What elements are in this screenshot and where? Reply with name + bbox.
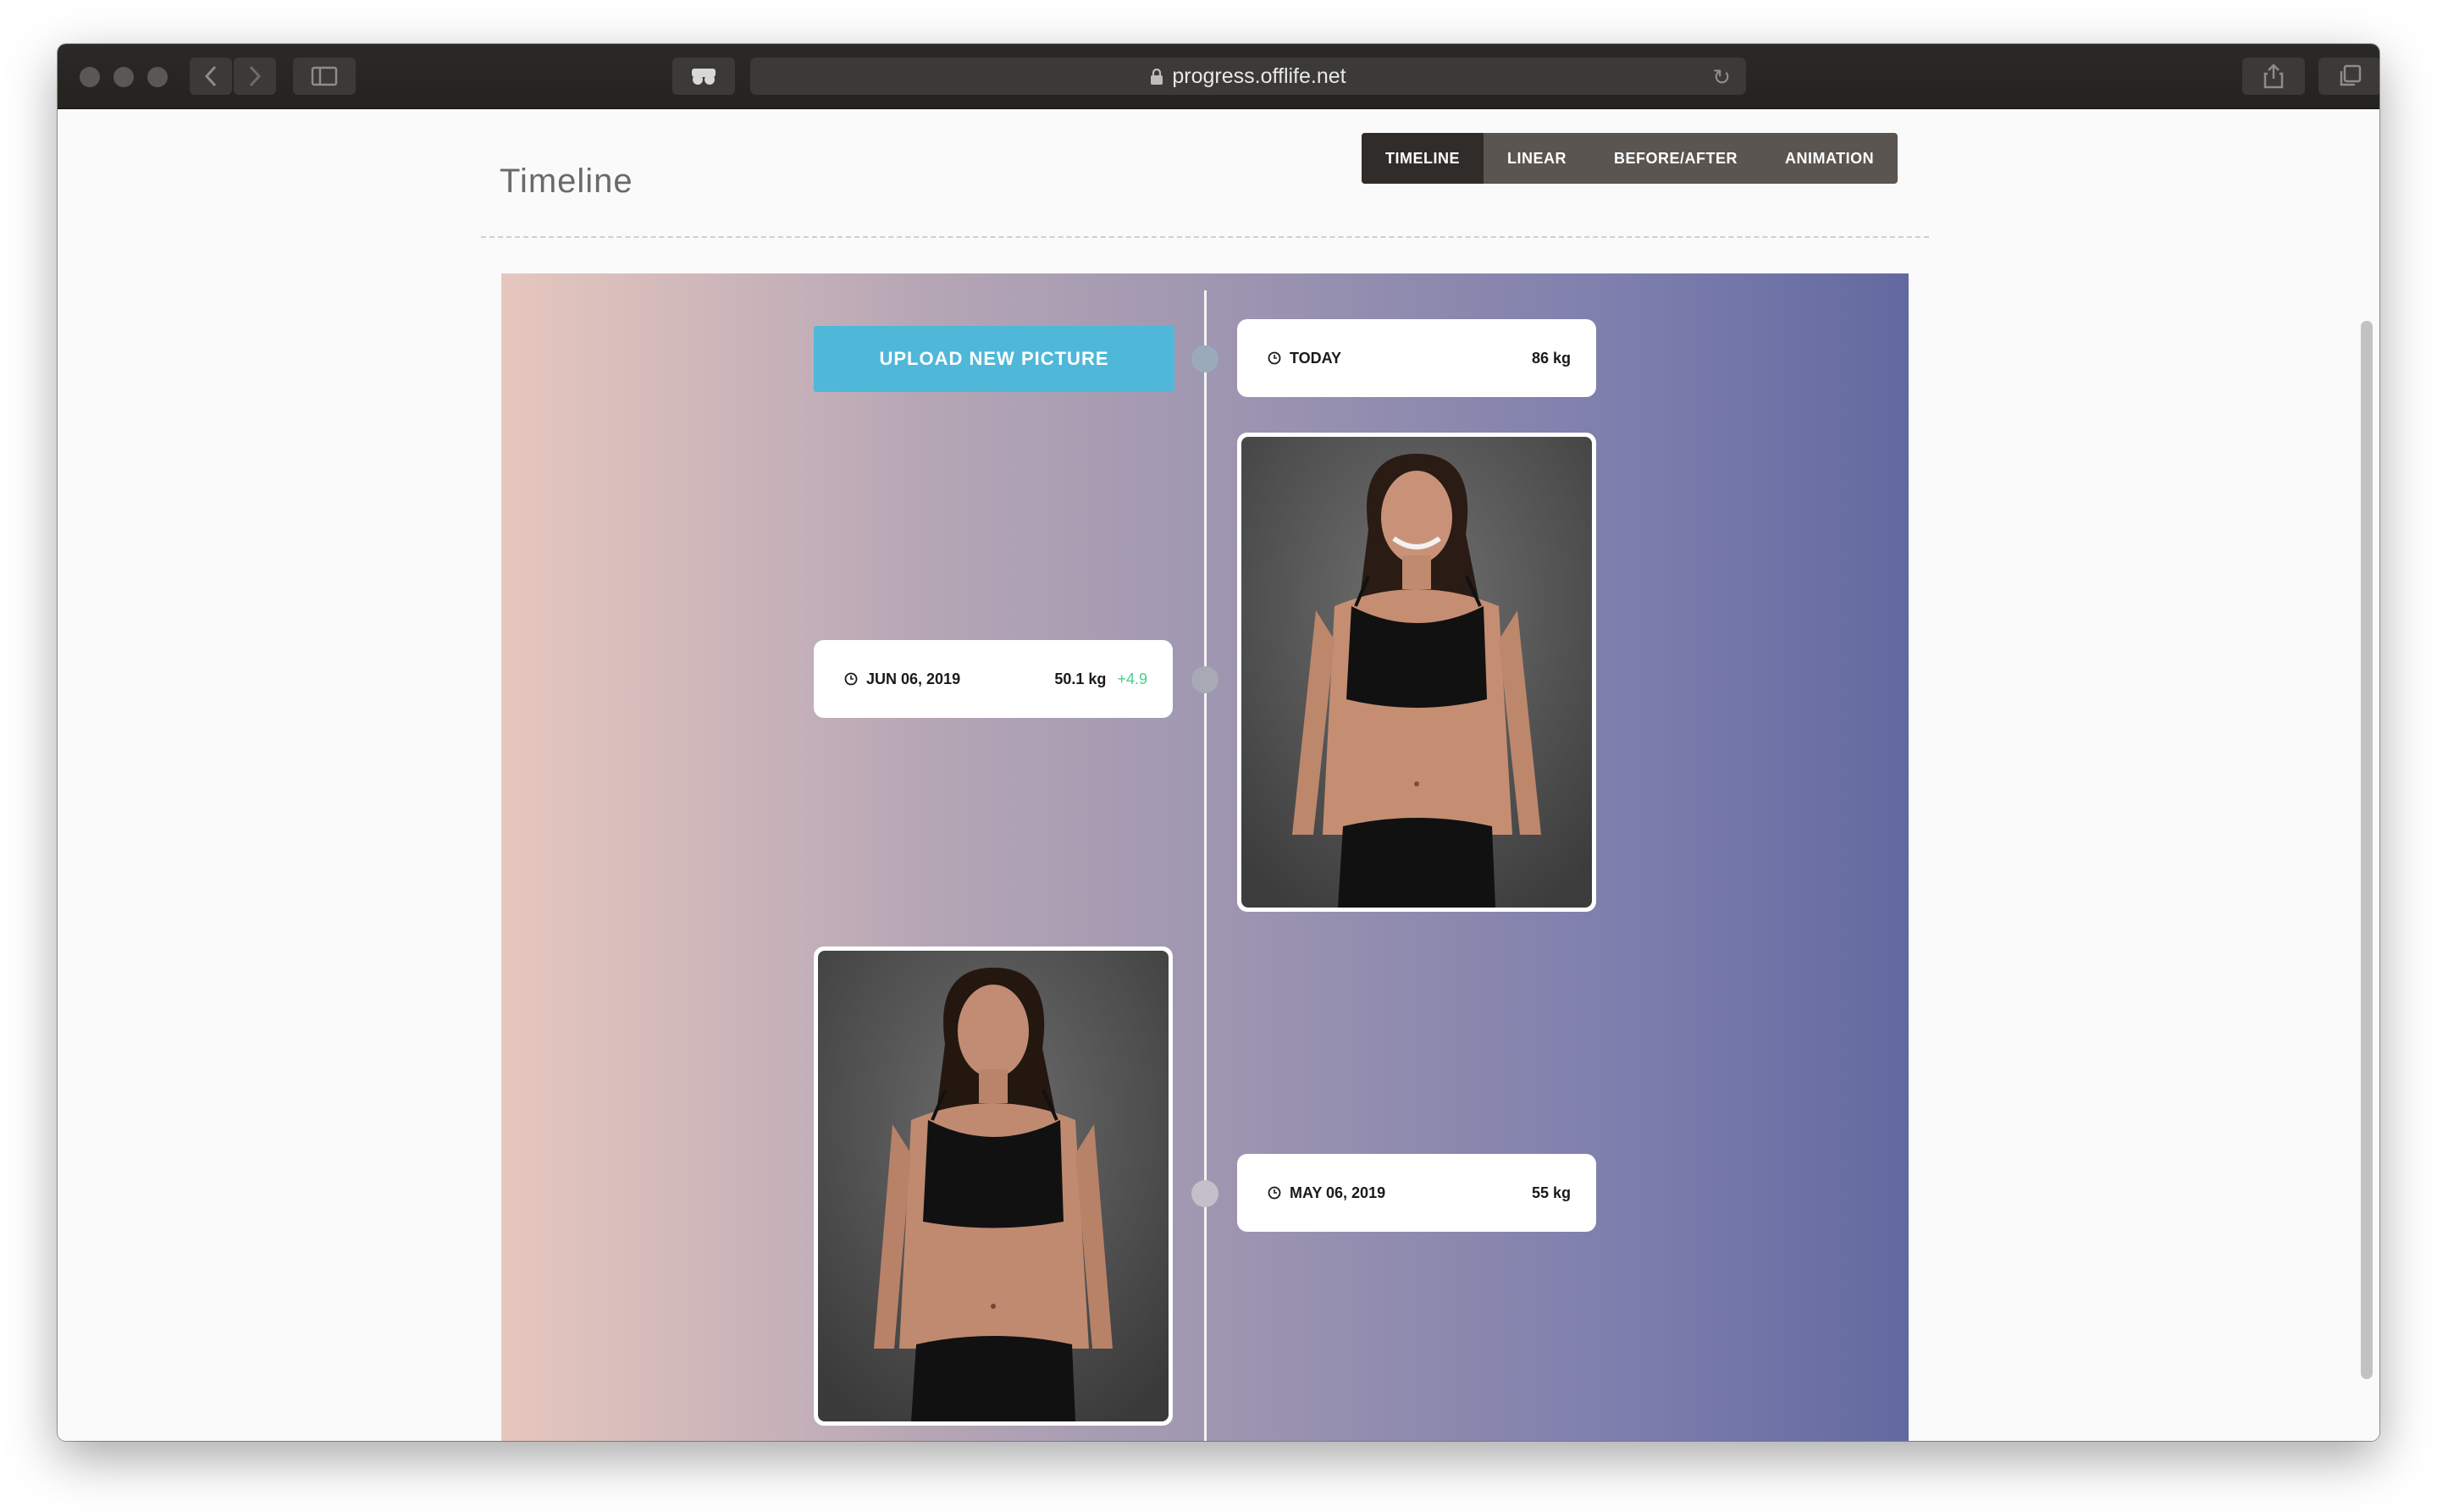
entry-weight: 86 kg <box>1531 349 1571 367</box>
timeline-axis <box>1204 290 1207 1441</box>
progress-photo-may[interactable] <box>814 946 1173 1426</box>
clock-icon <box>1268 351 1281 365</box>
lock-icon <box>1151 69 1163 85</box>
reader-mode-button[interactable] <box>672 58 735 95</box>
tabs-overview-button[interactable] <box>2318 58 2379 95</box>
chevron-left-icon <box>204 65 217 87</box>
timeline-marker-jun <box>1191 666 1218 693</box>
person-photo-image <box>818 951 1169 1421</box>
reload-icon[interactable]: ↻ <box>1712 64 1731 91</box>
clock-icon <box>844 672 858 686</box>
url-text: progress.offlife.net <box>1172 63 1346 88</box>
page-title: Timeline <box>500 162 633 200</box>
tab-before-after[interactable]: BEFORE/AFTER <box>1590 133 1761 184</box>
tab-linear[interactable]: LINEAR <box>1484 133 1590 184</box>
entry-card-may-06-2019[interactable]: MAY 06, 2019 55 kg <box>1237 1154 1596 1232</box>
sidebar-icon <box>311 66 338 86</box>
entry-weight: 50.1 kg <box>1054 670 1107 687</box>
clock-icon <box>1268 1186 1281 1200</box>
timeline-marker-today <box>1191 345 1218 372</box>
entry-weight-delta: +4.9 <box>1117 670 1147 687</box>
address-bar[interactable]: progress.offlife.net ↻ <box>750 58 1746 95</box>
forward-button[interactable] <box>234 58 276 95</box>
browser-toolbar: progress.offlife.net ↻ <box>58 44 2379 109</box>
web-content: Timeline TIMELINE LINEAR BEFORE/AFTER AN… <box>58 109 2379 1441</box>
browser-window: progress.offlife.net ↻ Timeline TIMELINE… <box>58 44 2379 1441</box>
share-icon <box>2263 63 2284 89</box>
zoom-window-button[interactable] <box>147 67 168 87</box>
timeline-marker-may <box>1191 1180 1218 1207</box>
sidebar-toggle-button[interactable] <box>293 58 356 95</box>
entry-date: TODAY <box>1290 349 1342 367</box>
tab-animation[interactable]: ANIMATION <box>1761 133 1898 184</box>
progress-photo-today[interactable] <box>1237 433 1596 912</box>
tabs-icon <box>2340 64 2362 86</box>
page-scrollbar[interactable] <box>2361 321 2373 1379</box>
entry-card-today[interactable]: TODAY 86 kg <box>1237 319 1596 397</box>
minimize-window-button[interactable] <box>113 67 134 87</box>
close-window-button[interactable] <box>80 67 100 87</box>
entry-date: MAY 06, 2019 <box>1290 1184 1386 1201</box>
share-button[interactable] <box>2242 58 2305 95</box>
back-button[interactable] <box>190 58 232 95</box>
view-tabs: TIMELINE LINEAR BEFORE/AFTER ANIMATION <box>1362 133 1898 184</box>
person-photo-image <box>1241 437 1592 908</box>
tab-timeline[interactable]: TIMELINE <box>1362 133 1484 184</box>
chevron-right-icon <box>249 65 262 87</box>
glasses-icon <box>692 69 716 85</box>
entry-card-jun-06-2019[interactable]: JUN 06, 2019 50.1 kg +4.9 <box>814 640 1173 718</box>
timeline-canvas: UPLOAD NEW PICTURE TODAY 86 kg JUN 06, 2… <box>501 273 1909 1441</box>
entry-weight: 55 kg <box>1531 1184 1571 1201</box>
upload-new-picture-button[interactable]: UPLOAD NEW PICTURE <box>814 326 1174 392</box>
entry-date: JUN 06, 2019 <box>866 670 961 687</box>
header-divider <box>481 236 1929 238</box>
